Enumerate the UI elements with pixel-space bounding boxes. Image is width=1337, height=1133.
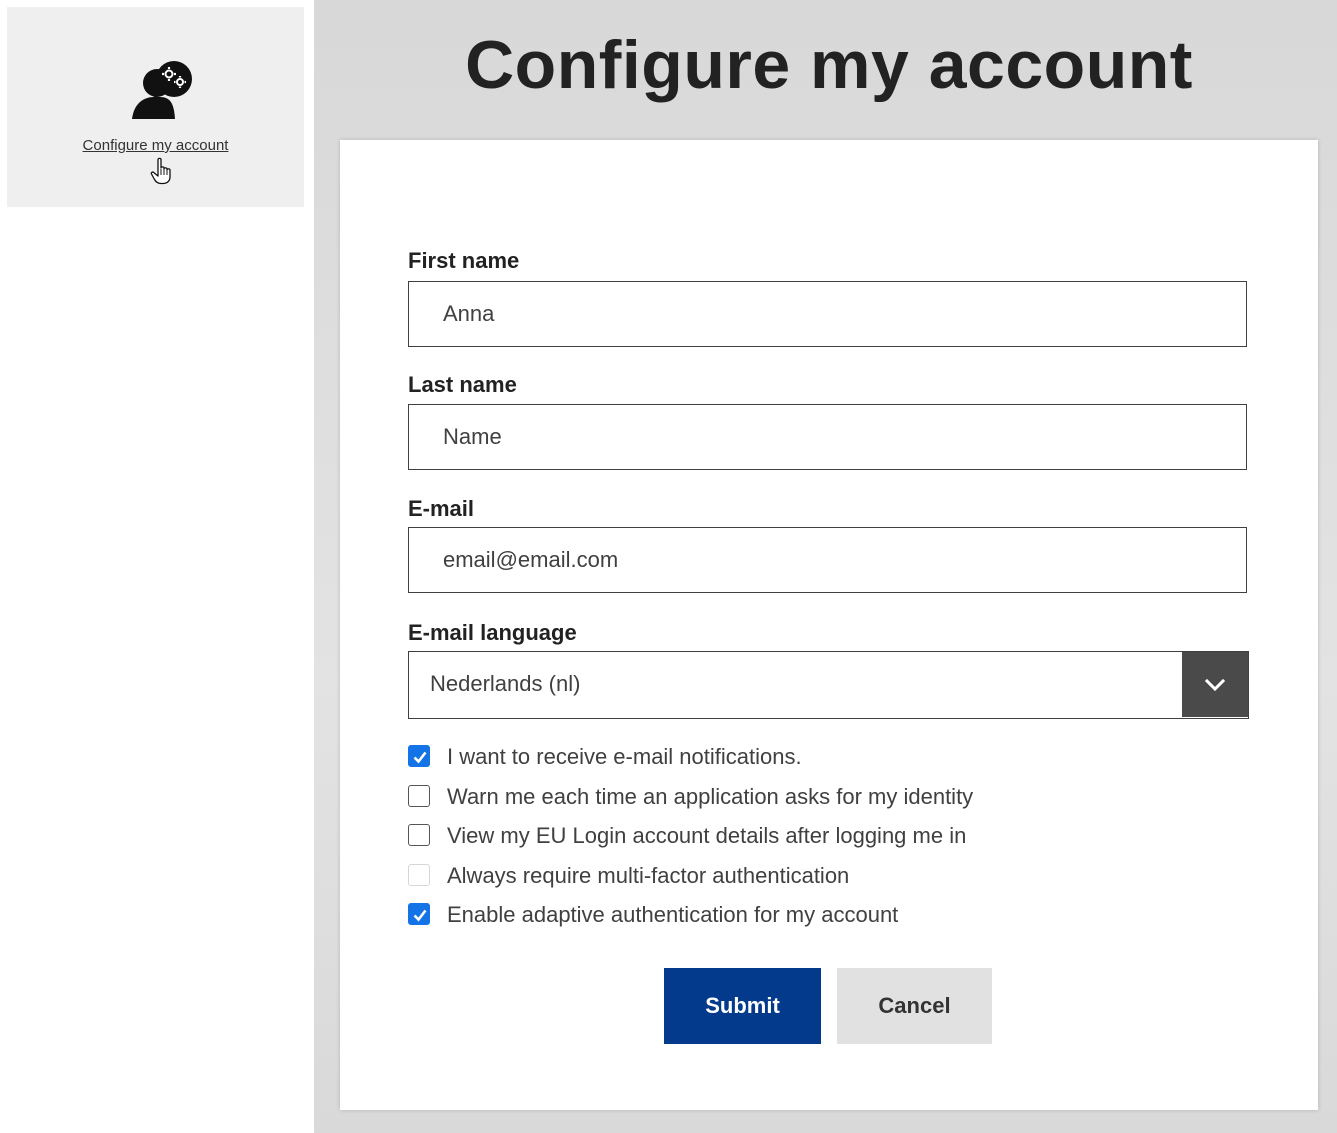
user-settings-icon bbox=[130, 59, 196, 121]
warn-identity-request-label: Warn me each time an application asks fo… bbox=[447, 784, 974, 809]
email-input[interactable] bbox=[409, 528, 1246, 592]
view-account-details-checkbox[interactable] bbox=[408, 824, 430, 846]
checkmark-icon bbox=[413, 909, 427, 922]
adaptive-authentication-label: Enable adaptive authentication for my ac… bbox=[447, 902, 899, 927]
warn-identity-request-checkbox[interactable] bbox=[408, 785, 430, 807]
email-language-select[interactable]: Nederlands (nl) bbox=[408, 651, 1249, 719]
chevron-down-icon bbox=[1204, 678, 1226, 692]
require-mfa-label: Always require multi-factor authenticati… bbox=[447, 863, 850, 888]
account-form: First name Last name E-mail E-mail langu… bbox=[340, 140, 1318, 1110]
email-field[interactable] bbox=[408, 527, 1247, 593]
first-name-label: First name bbox=[408, 248, 520, 273]
adaptive-authentication-checkbox[interactable] bbox=[408, 903, 430, 925]
email-notifications-label: I want to receive e-mail notifications. bbox=[447, 744, 802, 769]
configure-account-tile[interactable]: Configure my account bbox=[7, 7, 304, 207]
email-language-value: Nederlands (nl) bbox=[430, 671, 581, 696]
configure-account-link[interactable]: Configure my account bbox=[7, 137, 304, 154]
last-name-field[interactable] bbox=[408, 404, 1247, 470]
cancel-button[interactable]: Cancel bbox=[837, 968, 992, 1044]
hand-pointer-icon bbox=[150, 157, 174, 185]
email-label: E-mail bbox=[408, 496, 475, 521]
first-name-input[interactable] bbox=[409, 282, 1246, 346]
last-name-input[interactable] bbox=[409, 405, 1246, 469]
checkmark-icon bbox=[413, 751, 427, 764]
page-title: Configure my account bbox=[465, 27, 1193, 103]
view-account-details-label: View my EU Login account details after l… bbox=[447, 823, 967, 848]
email-notifications-checkbox[interactable] bbox=[408, 745, 430, 767]
email-language-dropdown-button[interactable] bbox=[1182, 652, 1248, 717]
email-language-label: E-mail language bbox=[408, 620, 577, 645]
require-mfa-checkbox bbox=[408, 864, 430, 886]
first-name-field[interactable] bbox=[408, 281, 1247, 347]
last-name-label: Last name bbox=[408, 372, 517, 397]
main-area: Configure my account First name Last nam… bbox=[314, 0, 1337, 1133]
submit-button[interactable]: Submit bbox=[664, 968, 821, 1044]
